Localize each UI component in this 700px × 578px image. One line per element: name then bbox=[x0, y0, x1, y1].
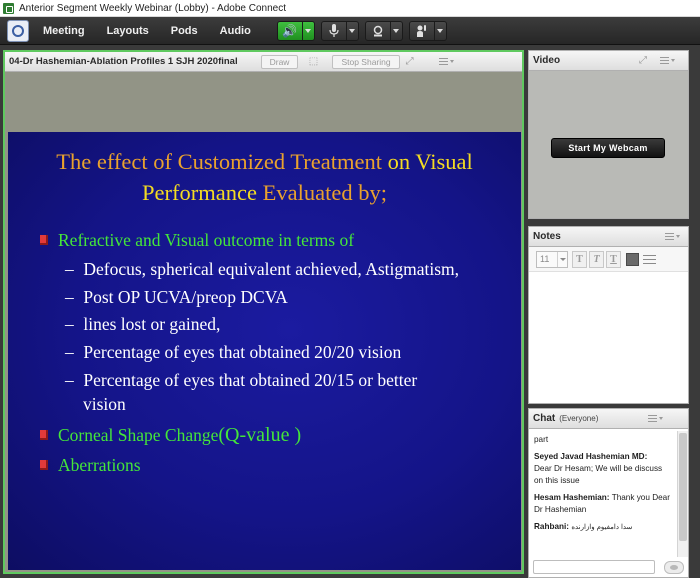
chat-pod-header: Chat (Everyone) bbox=[529, 409, 688, 429]
pointer-icon[interactable]: ⬚ bbox=[306, 55, 320, 69]
camera-dropdown[interactable] bbox=[389, 21, 402, 40]
adobe-connect-app-icon bbox=[3, 2, 14, 14]
slide-bullet-qvalue-text: (Q-value ) bbox=[218, 424, 302, 446]
notes-pod-title: Notes bbox=[533, 231, 561, 242]
underline-button[interactable]: T bbox=[606, 250, 621, 268]
italic-button[interactable]: T bbox=[589, 250, 604, 268]
slide-sub-ucva: – Post OP UCVA/preop DCVA bbox=[65, 287, 288, 307]
camera-button[interactable] bbox=[364, 20, 403, 41]
window-titlebar: Anterior Segment Weekly Webinar (Lobby) … bbox=[0, 0, 700, 17]
video-fullscreen-icon[interactable]: ⤢ bbox=[636, 54, 650, 68]
slide-sub-defocus-text: Defocus, spherical equivalent achieved, … bbox=[83, 259, 460, 279]
window-title: Anterior Segment Weekly Webinar (Lobby) … bbox=[19, 2, 286, 14]
raise-hand-icon bbox=[416, 25, 426, 37]
meeting-logo-icon bbox=[7, 19, 29, 42]
microphone-icon bbox=[329, 24, 339, 37]
slide-bullet-corneal: Corneal Shape Change(Q-value ) bbox=[40, 424, 301, 446]
notes-text-area[interactable] bbox=[529, 273, 688, 403]
share-pod-header: 04-Dr Hashemian-Ablation Profiles 1 SJH … bbox=[5, 52, 522, 72]
menu-meeting[interactable]: Meeting bbox=[43, 25, 85, 37]
video-pod-header: Video ⤢ bbox=[529, 51, 688, 71]
chat-sender: Rahbani: bbox=[534, 522, 570, 531]
raise-hand-dropdown[interactable] bbox=[433, 21, 446, 40]
slide-sub-lines: – lines lost or gained, bbox=[65, 314, 221, 334]
slide-sub-lines-text: lines lost or gained, bbox=[83, 314, 221, 334]
slide-title-part4: Evaluated by; bbox=[262, 180, 387, 205]
chat-sender: Hesam Hashemian: bbox=[534, 493, 610, 502]
chat-pod: Chat (Everyone) part Seyed Javad Hashemi… bbox=[528, 408, 689, 578]
speaker-button[interactable]: 🔊 bbox=[276, 20, 315, 41]
menu-pods[interactable]: Pods bbox=[171, 25, 198, 37]
slide-sub-ucva-text: Post OP UCVA/preop DCVA bbox=[83, 287, 288, 307]
slide-bullet-aberrations: Aberrations bbox=[40, 454, 141, 476]
slide-bullet-refractive-text: Refractive and Visual outcome in terms o… bbox=[58, 230, 355, 250]
chat-text: Dear Dr Hesam; We will be discuss on thi… bbox=[534, 464, 663, 485]
microphone-button[interactable] bbox=[320, 20, 359, 41]
slide-bullet-aberrations-text: Aberrations bbox=[58, 455, 141, 475]
chat-text: سدا دامفیوم وازارنده bbox=[571, 524, 633, 531]
text-color-button[interactable] bbox=[626, 252, 639, 266]
fullscreen-icon[interactable]: ⤢ bbox=[403, 55, 417, 69]
slide-sub-2015: – Percentage of eyes that obtained 20/15… bbox=[65, 370, 418, 390]
raise-hand-button[interactable] bbox=[408, 20, 447, 41]
slide-title-part2: on Visual bbox=[387, 149, 473, 174]
chat-input[interactable] bbox=[533, 560, 655, 574]
chat-message: Seyed Javad Hashemian MD: Dear Dr Hesam; … bbox=[534, 451, 673, 487]
microphone-dropdown[interactable] bbox=[345, 21, 358, 40]
video-pod-menu[interactable] bbox=[660, 57, 676, 64]
font-size-value: 11 bbox=[540, 254, 550, 264]
video-pod: Video ⤢ Start My Webcam bbox=[528, 50, 689, 219]
share-pod-title: 04-Dr Hashemian-Ablation Profiles 1 SJH … bbox=[9, 56, 238, 67]
slide-sub-2020: – Percentage of eyes that obtained 20/20… bbox=[65, 342, 402, 362]
chat-send-button[interactable] bbox=[664, 561, 684, 574]
slide-bullet-corneal-text: Corneal Shape Change bbox=[58, 425, 219, 445]
chat-message: part bbox=[534, 435, 549, 444]
notes-pod: Notes 11 T T T bbox=[528, 226, 689, 404]
notes-toolbar: 11 T T T bbox=[529, 247, 688, 272]
share-pod: 04-Dr Hashemian-Ablation Profiles 1 SJH … bbox=[3, 50, 524, 574]
slide-sub-2015-cont: vision bbox=[83, 394, 126, 414]
stop-sharing-button[interactable]: Stop Sharing bbox=[332, 54, 400, 69]
chat-audience: (Everyone) bbox=[559, 414, 599, 423]
notes-pod-menu[interactable] bbox=[664, 233, 680, 240]
slide-sub-2020-text: Percentage of eyes that obtained 20/20 v… bbox=[83, 342, 402, 362]
video-pod-title: Video bbox=[533, 55, 561, 66]
slide-title-part1: The effect of Customized Treatment bbox=[56, 149, 388, 174]
menu-layouts[interactable]: Layouts bbox=[107, 25, 149, 37]
chat-message: Hesam Hashemian: Thank you Dear Dr Hashe… bbox=[534, 492, 673, 516]
chat-pod-menu[interactable] bbox=[648, 415, 664, 422]
slide-title: The effect of Customized Treatment on Vi… bbox=[8, 146, 521, 208]
notes-pod-header: Notes bbox=[529, 227, 688, 247]
window-edge bbox=[690, 45, 700, 578]
chat-scroll-thumb[interactable] bbox=[679, 433, 687, 541]
chat-message: Rahbani: سدا دامفیوم وازارنده bbox=[534, 521, 673, 534]
menu-bar: Meeting Layouts Pods Audio 🔊 bbox=[0, 17, 700, 45]
chat-pod-title: Chat bbox=[533, 413, 556, 424]
share-pod-menu[interactable] bbox=[438, 58, 454, 65]
bold-button[interactable]: T bbox=[572, 250, 587, 268]
camera-icon bbox=[373, 25, 383, 36]
presentation-slide: The effect of Customized Treatment on Vi… bbox=[8, 132, 521, 570]
slide-sub-defocus: – Defocus, spherical equivalent achieved… bbox=[65, 259, 460, 279]
slide-sub-2015-text: Percentage of eyes that obtained 20/15 o… bbox=[83, 370, 418, 390]
draw-button[interactable]: Draw bbox=[260, 54, 299, 69]
slide-title-part3: Performance bbox=[142, 180, 263, 205]
speaker-icon: 🔊 bbox=[282, 23, 298, 38]
speaker-dropdown[interactable] bbox=[301, 21, 314, 40]
chat-scrollbar[interactable] bbox=[677, 431, 688, 557]
chat-sender: Seyed Javad Hashemian MD: bbox=[534, 452, 648, 461]
slide-bullet-refractive: Refractive and Visual outcome in terms o… bbox=[40, 229, 354, 251]
start-webcam-button[interactable]: Start My Webcam bbox=[551, 138, 665, 158]
bullet-list-button[interactable] bbox=[643, 253, 656, 266]
menu-audio[interactable]: Audio bbox=[220, 25, 251, 37]
font-size-select[interactable]: 11 bbox=[536, 250, 568, 268]
chat-message-log: part Seyed Javad Hashemian MD: Dear Dr He… bbox=[529, 431, 677, 557]
